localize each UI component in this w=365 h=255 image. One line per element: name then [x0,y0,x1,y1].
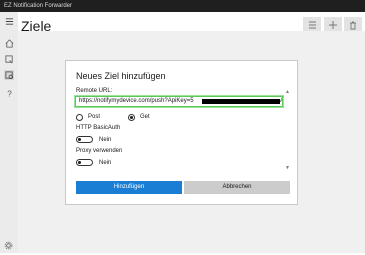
home-icon[interactable] [4,38,14,48]
dialog-title: Neues Ziel hinzufügen [76,71,166,81]
add-button-confirm[interactable]: Hinzufügen [76,181,182,194]
list-icon [309,21,316,29]
cancel-button[interactable]: Abbrechen [184,181,290,194]
basic-auth-toggle[interactable] [76,136,93,143]
proxy-label: Proxy verwenden [76,148,123,154]
get-radio-label: Get [140,114,150,120]
remote-url-input[interactable]: https://notifymydevice.com/push?ApiKey=5… [75,96,283,107]
help-icon[interactable]: ? [4,88,14,98]
get-radio[interactable] [128,114,135,121]
post-radio[interactable] [76,114,83,121]
settings-icon[interactable] [4,237,14,250]
window-title: EZ Notification Forwarder [0,0,365,12]
basic-auth-state: Nein [99,137,112,143]
remote-url-label: Remote URL: [76,88,113,94]
proxy-toggle[interactable] [76,159,93,166]
scroll-down-icon[interactable]: ▼ [285,165,290,171]
remote-url-tail: A [280,97,282,106]
scroll-up-icon[interactable]: ▲ [285,89,290,95]
basic-auth-label: HTTP BasicAuth [76,125,121,131]
proxy-state: Nein [99,160,112,166]
sidebar: ? [0,12,18,253]
remote-url-value: https://notifymydevice.com/push?ApiKey=5 [79,98,194,104]
dialog-scrollbar[interactable]: ▲ ▼ [285,89,290,171]
add-icon [329,21,337,29]
svg-text:?: ? [7,89,12,97]
forward-icon[interactable] [4,54,14,64]
delete-icon [350,21,356,30]
add-target-dialog: Neues Ziel hinzufügen Remote URL: https:… [65,60,298,205]
post-radio-label: Post [88,114,101,120]
target-icon[interactable] [4,70,14,80]
redacted-block [202,99,280,104]
hamburger-icon[interactable] [4,16,14,26]
